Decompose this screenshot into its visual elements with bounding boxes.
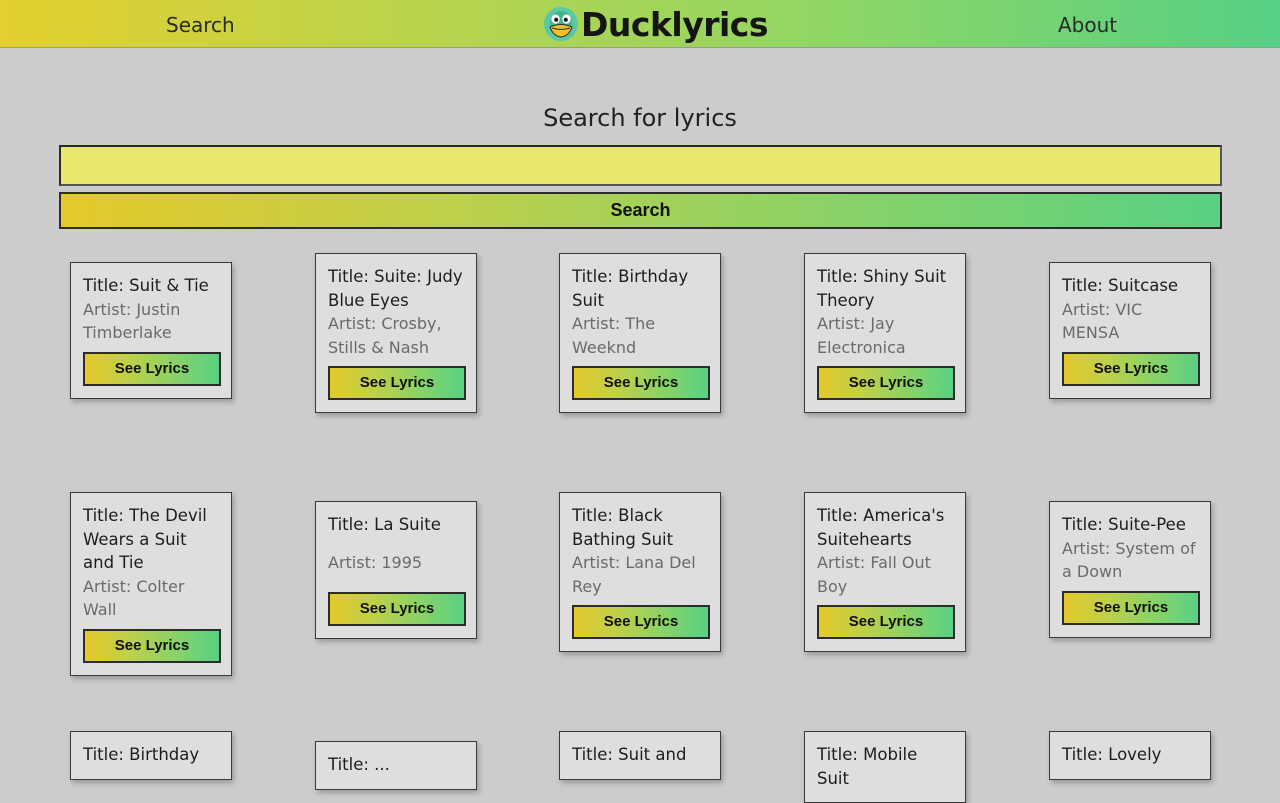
nav-search-link[interactable]: Search xyxy=(166,0,235,47)
song-artist: Artist: Jay Electronica xyxy=(817,314,906,357)
song-title: Title: Birthday Suit xyxy=(572,267,689,310)
duck-logo-icon xyxy=(544,7,578,41)
song-title: Title: Suitcase xyxy=(1062,276,1179,295)
see-lyrics-button[interactable]: See Lyrics xyxy=(328,366,466,400)
song-card: Title: Lovely xyxy=(1049,731,1211,780)
song-card: Title: Mobile Suit xyxy=(804,731,966,803)
song-title: Title: Mobile Suit xyxy=(817,745,918,788)
see-lyrics-button[interactable]: See Lyrics xyxy=(83,628,221,663)
see-lyrics-button[interactable]: See Lyrics xyxy=(83,351,221,386)
search-heading: Search for lyrics xyxy=(543,104,737,132)
brand[interactable]: Ducklyrics xyxy=(543,4,769,44)
song-title: Title: Suite-Pee xyxy=(1062,515,1186,534)
song-card: Title: The Devil Wears a Suit and Tie Ar… xyxy=(70,492,232,676)
see-lyrics-button[interactable]: See Lyrics xyxy=(328,592,466,626)
song-artist: Artist: The Weeknd xyxy=(572,314,656,357)
see-lyrics-button[interactable]: See Lyrics xyxy=(1062,351,1200,386)
song-card: Title: La Suite Artist: 1995 See Lyrics xyxy=(315,501,477,639)
see-lyrics-button[interactable]: See Lyrics xyxy=(572,605,710,639)
song-title: Title: Black Bathing Suit xyxy=(572,506,674,549)
song-card: Title: America's Suitehearts Artist: Fal… xyxy=(804,492,966,652)
see-lyrics-button[interactable]: See Lyrics xyxy=(1062,590,1200,625)
nav-about-link[interactable]: About xyxy=(1058,0,1117,47)
song-artist: Artist: Fall Out Boy xyxy=(817,553,931,596)
song-title: Title: ... xyxy=(328,755,390,774)
song-card: Title: Black Bathing Suit Artist: Lana D… xyxy=(559,492,721,652)
see-lyrics-button[interactable]: See Lyrics xyxy=(572,366,710,400)
song-artist: Artist: Justin Timberlake xyxy=(83,299,181,343)
song-card: Title: ... xyxy=(315,741,477,790)
song-title: Title: The Devil Wears a Suit and Tie xyxy=(83,506,207,572)
song-title: Title: America's Suitehearts xyxy=(817,506,945,549)
see-lyrics-button[interactable]: See Lyrics xyxy=(817,366,955,400)
search-button[interactable]: Search xyxy=(59,192,1222,229)
song-card: Title: Suit & Tie Artist: Justin Timberl… xyxy=(70,262,232,399)
song-title: Title: La Suite xyxy=(328,515,441,534)
song-title: Title: Suit and xyxy=(572,745,687,764)
song-title: Title: Lovely xyxy=(1062,745,1162,764)
top-nav-bar: Search Ducklyrics About xyxy=(0,0,1280,48)
song-card: Title: Suite-Pee Artist: System of a Dow… xyxy=(1049,501,1211,638)
song-title: Title: Suite: Judy Blue Eyes xyxy=(328,267,463,310)
song-title: Title: Birthday xyxy=(83,745,200,764)
see-lyrics-button[interactable]: See Lyrics xyxy=(817,605,955,639)
song-title: Title: Suit & Tie xyxy=(83,276,209,295)
song-card: Title: Suitcase Artist: VIC MENSA See Ly… xyxy=(1049,262,1211,399)
song-title: Title: Shiny Suit Theory xyxy=(817,267,947,310)
song-artist: Artist: Lana Del Rey xyxy=(572,553,696,596)
song-card: Title: Suite: Judy Blue Eyes Artist: Cro… xyxy=(315,253,477,413)
song-artist: Artist: Colter Wall xyxy=(83,576,185,620)
lyrics-search-input[interactable] xyxy=(59,145,1222,186)
song-artist: Artist: VIC MENSA xyxy=(1062,299,1143,343)
song-card: Title: Suit and xyxy=(559,731,721,780)
song-card: Title: Birthday Suit Artist: The Weeknd … xyxy=(559,253,721,413)
song-artist: Artist: System of a Down xyxy=(1062,538,1196,582)
song-artist: Artist: 1995 xyxy=(328,552,423,572)
song-card: Title: Birthday xyxy=(70,731,232,780)
brand-name: Ducklyrics xyxy=(581,4,769,44)
song-card: Title: Shiny Suit Theory Artist: Jay Ele… xyxy=(804,253,966,413)
song-artist: Artist: Crosby, Stills & Nash xyxy=(328,314,442,357)
